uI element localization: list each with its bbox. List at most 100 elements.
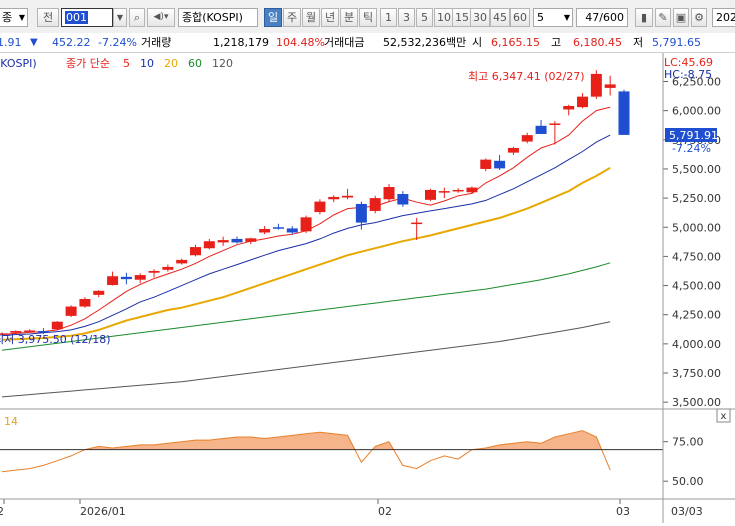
ticker-amount: 52,532,236백만: [383, 36, 467, 49]
candle: [51, 321, 63, 331]
candle-body: [134, 275, 146, 280]
candle-body: [535, 125, 547, 134]
search-button[interactable]: ⌕: [129, 8, 145, 27]
minute-button-30[interactable]: 30: [470, 8, 490, 27]
candle-body: [176, 259, 188, 264]
minute-button-5[interactable]: 5: [416, 8, 433, 27]
jeon-button[interactable]: 전: [37, 8, 59, 27]
y-tick-label: 4,250.00: [672, 309, 721, 322]
period-button-1[interactable]: 주: [283, 8, 301, 27]
candle: [424, 188, 436, 202]
minute-button-3[interactable]: 3: [398, 8, 415, 27]
candle-body: [217, 240, 229, 243]
count-value: 47: [585, 11, 600, 24]
candle-body: [424, 189, 436, 200]
y-tick-label: 3,750.00: [672, 367, 721, 380]
rsi-tick-label: 50.00: [672, 475, 704, 488]
candle-body: [590, 73, 602, 97]
high-label: 고: [551, 36, 562, 49]
y-tick-label: 4,500.00: [672, 280, 721, 293]
period-button-4[interactable]: 분: [340, 8, 358, 27]
current-change: -7.24%: [672, 142, 711, 155]
x-label-03: 03: [616, 505, 630, 518]
count-field[interactable]: 47/600: [576, 8, 628, 27]
candle-body: [107, 276, 119, 285]
candle-body: [51, 321, 63, 330]
candle-body: [507, 147, 519, 153]
ma-period-10: 10: [140, 57, 154, 70]
minute-button-1[interactable]: 1: [380, 8, 397, 27]
collapse-icon: x: [721, 411, 727, 422]
candle-body: [162, 266, 174, 270]
candle-body: [604, 84, 616, 88]
chevron-down-icon: ▼: [563, 13, 570, 22]
candle-body: [120, 276, 132, 280]
candle-body: [203, 241, 215, 249]
candle-body: [438, 191, 450, 193]
ma-period-120: 120: [212, 57, 233, 70]
code-dropdown-button[interactable]: ▼: [113, 8, 127, 27]
save-button[interactable]: ▣: [673, 8, 689, 27]
ticker-bar: 1.91 ▼ 452.22 -7.24% 거래량 1,218,179 104.4…: [0, 33, 735, 53]
candle-body: [383, 187, 395, 200]
period-button-3[interactable]: 년: [321, 8, 339, 27]
candle-body: [65, 306, 77, 316]
minute-button-45[interactable]: 45: [490, 8, 510, 27]
chart-area[interactable]: 75.0050.00 6,250.006,000.005,750.005,500…: [0, 53, 735, 523]
chevron-down-icon: ▼: [116, 13, 124, 22]
toolbar: 종 ▼ 전 001 ▼ ⌕ ◀)▾ 종합(KOSPI) 일주월년분틱 1 3 5 10 1…: [0, 0, 735, 34]
ma-period-5: 5: [123, 57, 130, 70]
ma-period-60: 60: [188, 57, 202, 70]
speaker-icon: ◀)▾: [153, 12, 169, 22]
low-label: 저: [633, 36, 644, 49]
y-tick-label: 5,000.00: [672, 221, 721, 234]
code-input-value: 001: [65, 11, 88, 24]
minute-button-10[interactable]: 10: [434, 8, 454, 27]
candle-body: [300, 217, 312, 232]
ticker-volume: 1,218,179: [213, 36, 269, 49]
gear-button[interactable]: ⚙: [691, 8, 707, 27]
y-tick-label: 5,250.00: [672, 192, 721, 205]
ticker-open: 6,165.15: [491, 36, 540, 49]
candle-body: [452, 189, 464, 192]
candle-body: [272, 227, 284, 229]
minute-button-60[interactable]: 60: [510, 8, 530, 27]
candle-body: [411, 222, 423, 225]
candle-body: [549, 123, 561, 125]
period-button-0[interactable]: 일: [264, 8, 282, 27]
interval-select[interactable]: 5 ▼: [533, 8, 573, 27]
candle-body: [328, 196, 340, 200]
candle-body: [563, 105, 575, 110]
open-label: 시: [472, 36, 483, 49]
candle-body: [245, 238, 257, 242]
arrow-down-icon: ▼: [30, 37, 38, 48]
speaker-button[interactable]: ◀)▾: [147, 8, 175, 27]
ma-label: 종가 단순: [66, 57, 110, 70]
hc-label: HC:-8.75: [664, 68, 712, 81]
chevron-down-icon: ▼: [18, 13, 25, 22]
candle: [300, 215, 312, 234]
candle: [618, 89, 630, 135]
candle-body: [466, 187, 478, 193]
market-select-value: 종: [2, 11, 13, 24]
period-button-2[interactable]: 월: [302, 8, 320, 27]
compare-button[interactable]: ▮: [635, 8, 653, 27]
period-button-5[interactable]: 틱: [359, 8, 377, 27]
candle-body: [397, 194, 409, 205]
count-total: /600: [599, 11, 624, 24]
tools-icon: ✎: [658, 11, 668, 24]
candle-body: [259, 229, 271, 233]
candle-body: [231, 238, 243, 243]
code-input[interactable]: 001: [61, 8, 113, 27]
market-select[interactable]: 종 ▼: [0, 8, 28, 27]
minute-button-15[interactable]: 15: [452, 8, 472, 27]
x-label-02: 02: [378, 505, 392, 518]
price-chart[interactable]: 75.0050.00 6,250.006,000.005,750.005,500…: [0, 53, 735, 523]
current-price: 5,791.91: [669, 129, 718, 142]
date-field[interactable]: 202: [712, 8, 735, 27]
tools-button[interactable]: ✎: [655, 8, 671, 27]
candle-body: [521, 135, 533, 142]
y-tick-label: 4,750.00: [672, 250, 721, 263]
gear-icon: ⚙: [694, 11, 704, 24]
y-tick-label: 5,500.00: [672, 163, 721, 176]
